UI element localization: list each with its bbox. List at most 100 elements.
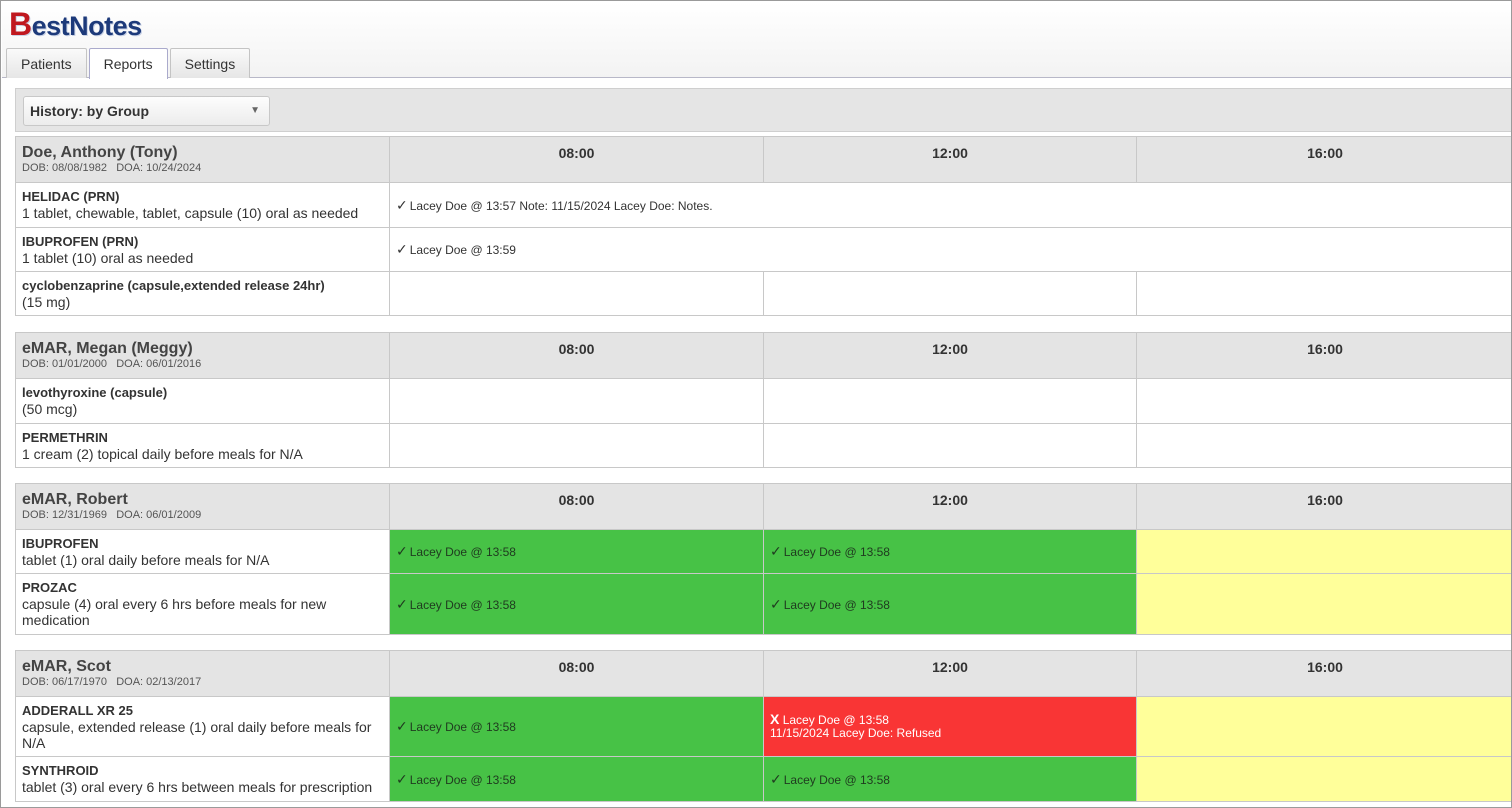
- time-slot-header: 08:00: [389, 332, 764, 379]
- dose-cell[interactable]: [1136, 423, 1511, 468]
- entry-text: Lacey Doe @ 13:58: [783, 545, 890, 559]
- x-icon: X: [770, 711, 780, 727]
- medication-cell: SYNTHROID tablet (3) oral every 6 hrs be…: [15, 756, 390, 802]
- medication-description: 1 tablet (10) oral as needed: [22, 249, 194, 266]
- medication-name: PERMETHRIN: [22, 429, 108, 445]
- medication-name: HELIDAC (PRN): [22, 189, 120, 204]
- app-header: BestNotes Patients Reports Settings: [2, 2, 1511, 79]
- dose-pending-cell[interactable]: [1136, 573, 1511, 635]
- dose-given-cell[interactable]: ✓ Lacey Doe @ 13:58: [389, 696, 764, 757]
- medication-name: cyclobenzaprine (capsule,extended releas…: [22, 277, 325, 293]
- dose-given-cell[interactable]: ✓ Lacey Doe @ 13:58: [389, 573, 764, 635]
- report-type-select[interactable]: History: by Group ▼: [23, 96, 270, 126]
- patient-group: eMAR, Scot DOB: 06/17/1970 DOA: 02/13/20…: [15, 650, 1511, 802]
- checkmark-icon: ✓: [396, 595, 408, 612]
- medication-cell: PERMETHRIN 1 cream (2) topical daily bef…: [15, 423, 390, 468]
- checkmark-icon: ✓: [396, 241, 408, 257]
- dose-cell[interactable]: [389, 378, 764, 424]
- entry-text: Lacey Doe @ 13:59: [409, 243, 516, 257]
- medication-row: cyclobenzaprine (capsule,extended releas…: [15, 271, 1511, 316]
- refusal-note: 11/15/2024 Lacey Doe: Refused: [770, 726, 942, 740]
- bestnotes-logo[interactable]: BestNotes: [9, 6, 142, 43]
- medication-description: (15 mg): [22, 293, 71, 310]
- patient-doa: DOA: 10/24/2024: [116, 162, 202, 174]
- administration-entry[interactable]: ✓ Lacey Doe @ 13:57 Note: 11/15/2024 Lace…: [389, 182, 1511, 228]
- patient-name[interactable]: eMAR, Megan (Meggy): [16, 340, 389, 358]
- medication-row: IBUPROFEN (PRN) 1 tablet (10) oral as ne…: [15, 227, 1511, 272]
- entry-text: Lacey Doe @ 13:57 Note: 11/15/2024 Lacey…: [409, 198, 713, 213]
- medication-cell: ADDERALL XR 25 capsule, extended release…: [15, 696, 390, 757]
- dose-given-cell[interactable]: ✓ Lacey Doe @ 13:58: [763, 756, 1137, 802]
- checkmark-icon: ✓: [770, 770, 782, 787]
- dose-cell[interactable]: [763, 271, 1137, 316]
- dose-cell[interactable]: [1136, 378, 1511, 424]
- dose-given-cell[interactable]: ✓ Lacey Doe @ 13:58: [763, 573, 1137, 635]
- time-slot-header: 08:00: [389, 136, 764, 183]
- medication-cell: PROZAC capsule (4) oral every 6 hrs befo…: [15, 573, 390, 635]
- patient-header: Doe, Anthony (Tony) DOB: 08/08/1982 DOA:…: [15, 136, 390, 183]
- medication-cell: HELIDAC (PRN) 1 tablet, chewable, tablet…: [15, 182, 390, 228]
- medication-row: SYNTHROID tablet (3) oral every 6 hrs be…: [15, 756, 1511, 802]
- patient-name[interactable]: eMAR, Scot: [16, 658, 389, 676]
- dose-cell[interactable]: [389, 271, 764, 316]
- logo-initial: B: [9, 6, 32, 42]
- medication-cell: cyclobenzaprine (capsule,extended releas…: [15, 271, 390, 316]
- checkmark-icon: ✓: [770, 595, 782, 612]
- medication-row: IBUPROFEN tablet (1) oral daily before m…: [15, 529, 1511, 574]
- medication-description: (50 mcg): [22, 401, 78, 417]
- medication-name: levothyroxine (capsule): [22, 385, 168, 400]
- dose-cell[interactable]: [389, 423, 764, 468]
- dose-cell[interactable]: [1136, 271, 1511, 316]
- dose-cell[interactable]: [763, 423, 1137, 468]
- medication-name: SYNTHROID: [22, 763, 99, 778]
- medication-description: 1 cream (2) topical daily before meals f…: [22, 445, 303, 462]
- checkmark-icon: ✓: [396, 196, 408, 213]
- main-tabs: Patients Reports Settings: [6, 48, 252, 79]
- checkmark-icon: ✓: [770, 543, 782, 559]
- dose-given-cell[interactable]: ✓ Lacey Doe @ 13:58: [389, 529, 764, 574]
- app-frame: BestNotes Patients Reports Settings Hist…: [0, 0, 1512, 808]
- patient-dates: DOB: 06/17/1970 DOA: 02/13/2017: [16, 676, 389, 689]
- time-slot-header: 16:00: [1136, 332, 1511, 379]
- medication-description: capsule, extended release (1) oral daily…: [22, 718, 372, 751]
- tab-patients[interactable]: Patients: [6, 48, 87, 78]
- medication-description: 1 tablet, chewable, tablet, capsule (10)…: [22, 205, 359, 221]
- patient-group: eMAR, Robert DOB: 12/31/1969 DOA: 06/01/…: [15, 483, 1511, 635]
- medication-row: ADDERALL XR 25 capsule, extended release…: [15, 696, 1511, 757]
- medication-name: PROZAC: [22, 580, 77, 595]
- medication-row: PROZAC capsule (4) oral every 6 hrs befo…: [15, 573, 1511, 635]
- patient-dob: DOB: 12/31/1969: [22, 509, 108, 521]
- patient-doa: DOA: 06/01/2009: [116, 509, 202, 521]
- patient-dob: DOB: 08/08/1982: [22, 162, 108, 174]
- dose-pending-cell[interactable]: [1136, 529, 1511, 574]
- medication-name: IBUPROFEN: [22, 535, 99, 551]
- entry-text: Lacey Doe @ 13:58: [783, 772, 890, 787]
- time-slot-header: 16:00: [1136, 483, 1511, 530]
- entry-text: Lacey Doe @ 13:58: [409, 772, 516, 787]
- tab-reports[interactable]: Reports: [88, 48, 168, 79]
- entry-text: Lacey Doe @ 13:58: [782, 713, 889, 727]
- time-slot-header: 16:00: [1136, 136, 1511, 183]
- patient-doa: DOA: 06/01/2016: [116, 358, 202, 370]
- patient-dob: DOB: 06/17/1970: [22, 676, 108, 688]
- dose-given-cell[interactable]: ✓ Lacey Doe @ 13:58: [389, 756, 764, 802]
- dose-pending-cell[interactable]: [1136, 696, 1511, 757]
- patient-doa: DOA: 02/13/2017: [116, 676, 202, 688]
- dose-pending-cell[interactable]: [1136, 756, 1511, 802]
- patient-name[interactable]: eMAR, Robert: [16, 491, 389, 509]
- entry-text: Lacey Doe @ 13:58: [783, 597, 890, 612]
- tab-settings[interactable]: Settings: [169, 48, 251, 78]
- dose-cell[interactable]: [763, 378, 1137, 424]
- patient-name[interactable]: Doe, Anthony (Tony): [16, 144, 389, 162]
- patient-dob: DOB: 01/01/2000: [22, 358, 108, 370]
- dose-refused-cell[interactable]: X Lacey Doe @ 13:58 11/15/2024 Lacey Doe…: [763, 696, 1137, 757]
- administration-entry[interactable]: ✓ Lacey Doe @ 13:59: [389, 227, 1511, 272]
- time-slot-header: 12:00: [763, 650, 1137, 697]
- checkmark-icon: ✓: [396, 718, 408, 734]
- patient-header-row: eMAR, Megan (Meggy) DOB: 01/01/2000 DOA:…: [15, 332, 1511, 379]
- dose-given-cell[interactable]: ✓ Lacey Doe @ 13:58: [763, 529, 1137, 574]
- medication-description: tablet (1) oral daily before meals for N…: [22, 551, 270, 568]
- entry-text: Lacey Doe @ 13:58: [409, 545, 516, 559]
- entry-text: Lacey Doe @ 13:58: [409, 597, 516, 612]
- medication-cell: IBUPROFEN (PRN) 1 tablet (10) oral as ne…: [15, 227, 390, 272]
